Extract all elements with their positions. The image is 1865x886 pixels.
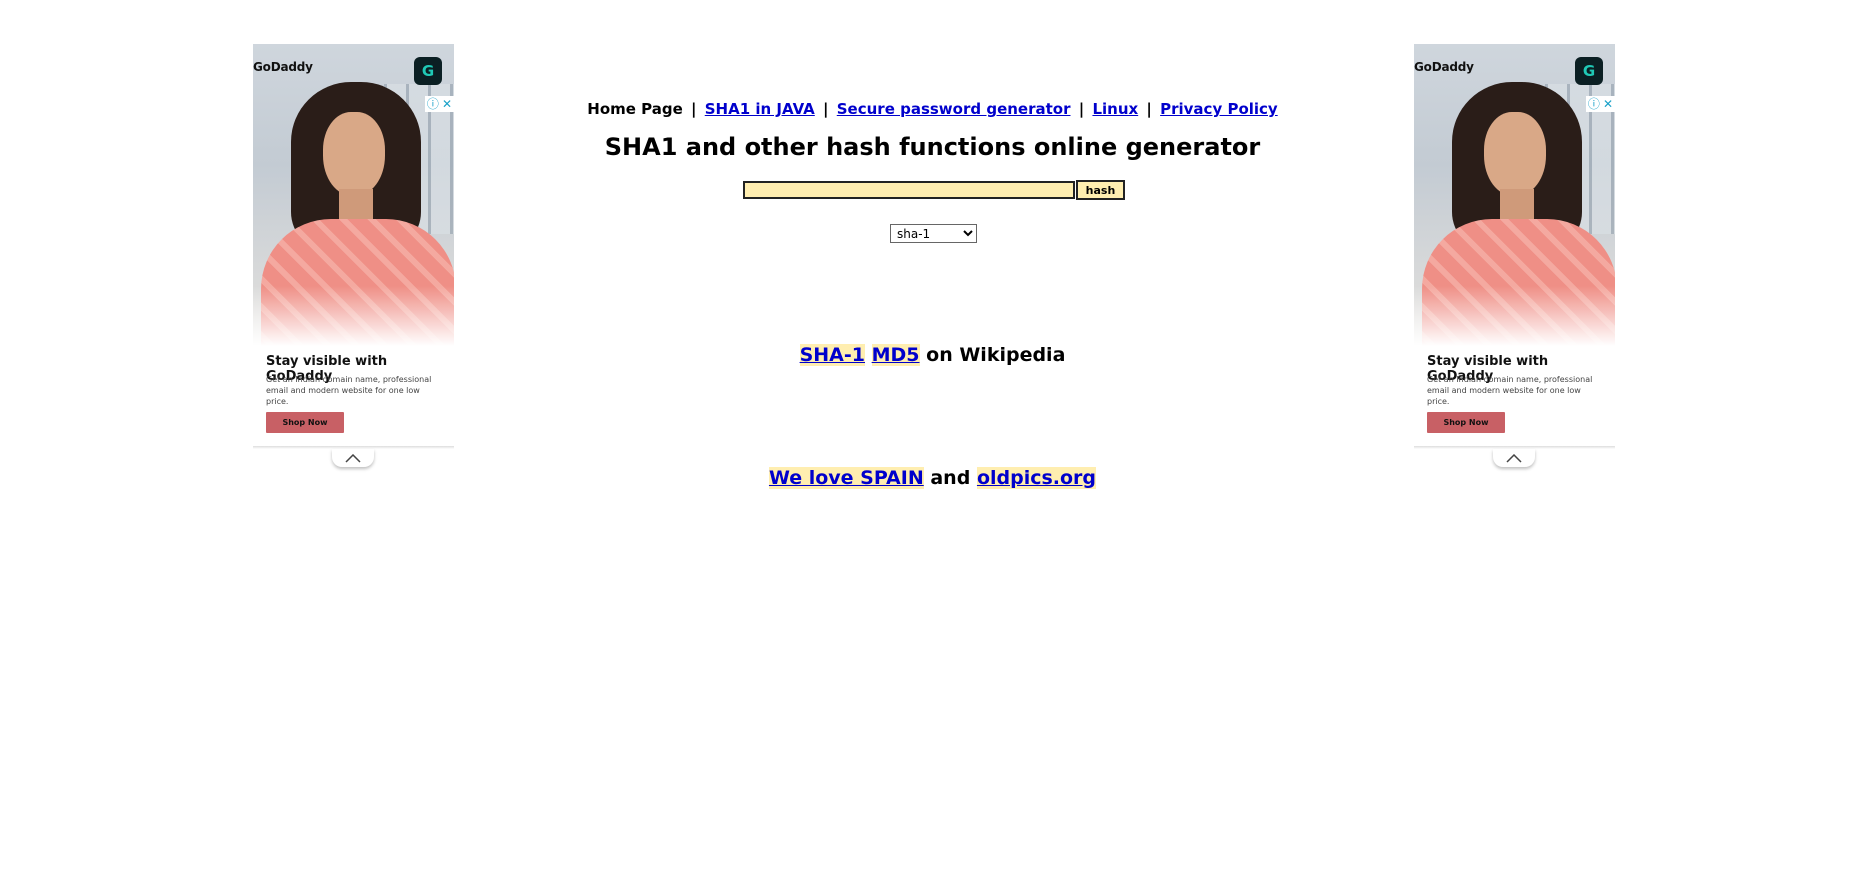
footer-links: We love SPAIN and oldpics.org	[0, 467, 1865, 489]
top-navigation: Home Page | SHA1 in JAVA | Secure passwo…	[0, 100, 1865, 118]
ad-brand: GoDaddy	[253, 60, 313, 74]
godaddy-logo-icon: G	[1575, 57, 1603, 85]
chevron-up-icon	[1506, 453, 1522, 463]
wiki-link-md5[interactable]: MD5	[871, 344, 920, 366]
nav-link-password-generator[interactable]: Secure password generator	[837, 100, 1071, 118]
nav-separator: |	[1078, 100, 1085, 118]
ad-collapse-button[interactable]	[1493, 449, 1535, 467]
wiki-link-sha1[interactable]: SHA-1	[799, 344, 865, 366]
nav-separator: |	[691, 100, 697, 118]
nav-separator: |	[1146, 100, 1152, 118]
page-title: SHA1 and other hash functions online gen…	[604, 133, 1261, 161]
godaddy-logo-icon: G	[414, 57, 442, 85]
nav-separator: |	[823, 100, 829, 118]
ad-brand: GoDaddy	[1414, 60, 1474, 74]
shop-now-button[interactable]: Shop Now	[1427, 412, 1505, 433]
ad-description: Get an Indian domain name, professional …	[1427, 375, 1593, 406]
nav-link-sha1-java[interactable]: SHA1 in JAVA	[705, 100, 815, 118]
wikipedia-links: SHA-1 MD5 on Wikipedia	[0, 344, 1865, 366]
nav-link-privacy-policy[interactable]: Privacy Policy	[1160, 100, 1278, 118]
hash-input[interactable]	[743, 181, 1075, 199]
hash-button[interactable]: hash	[1076, 180, 1125, 200]
ad-collapse-button[interactable]	[332, 449, 374, 467]
ad-image[interactable]	[1414, 44, 1615, 346]
nav-link-linux[interactable]: Linux	[1092, 100, 1138, 118]
shop-now-button[interactable]: Shop Now	[266, 412, 344, 433]
chevron-up-icon	[345, 453, 361, 463]
footer-link-spain[interactable]: We love SPAIN	[768, 467, 924, 489]
ad-description: Get an Indian domain name, professional …	[266, 375, 432, 406]
hash-form: hash	[743, 180, 1125, 200]
ad-image[interactable]	[253, 44, 454, 346]
footer-link-oldpics[interactable]: oldpics.org	[976, 467, 1097, 489]
footer-conjunction: and	[930, 467, 971, 489]
algorithm-select[interactable]: sha-1	[890, 224, 977, 243]
nav-home: Home Page	[587, 100, 683, 118]
wiki-suffix: on Wikipedia	[926, 344, 1066, 366]
